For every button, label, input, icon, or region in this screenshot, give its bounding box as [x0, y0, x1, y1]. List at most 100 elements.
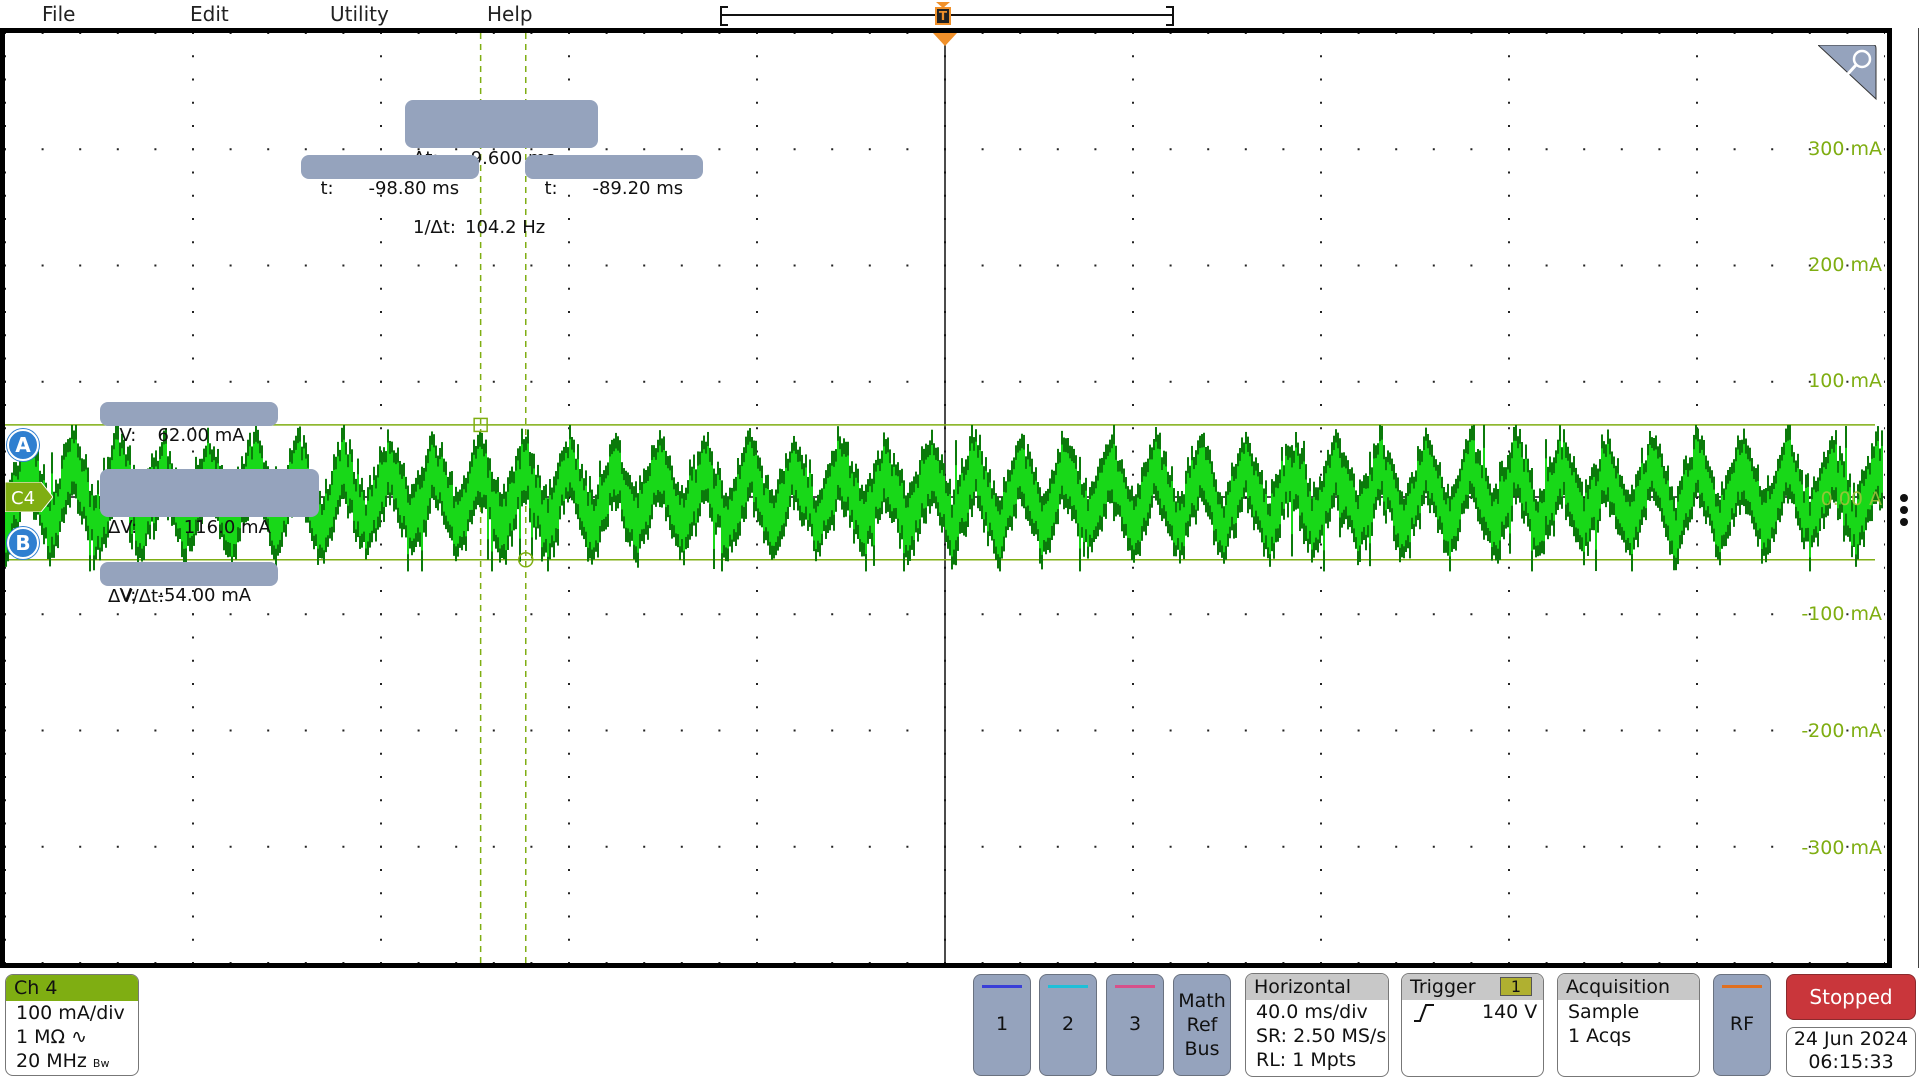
delta-t-readout[interactable]: Δt: 9.600 ms 1/Δt:104.2 Hz: [405, 100, 598, 238]
waveform-segment-core: [1611, 464, 1613, 503]
channel-1-button[interactable]: 1: [973, 974, 1031, 1076]
waveform-segment-core: [707, 446, 709, 489]
grid-dot: [1019, 148, 1022, 151]
grid-dot: [192, 683, 194, 685]
grid-dot: [1132, 287, 1134, 290]
grid-dot: [1733, 962, 1736, 963]
waveform-segment-core: [1349, 480, 1351, 516]
waveform-segment-core: [1457, 488, 1459, 528]
menu-bar: File Edit Utility Help T: [0, 0, 1920, 30]
waveform-segment-core: [1265, 494, 1267, 536]
waveform-segment-core: [643, 483, 645, 529]
waveform-segment-core: [959, 486, 961, 522]
channel-4-badge[interactable]: Ch 4 100 mA/div 1 MΩ ∿ 20 MHz Bw: [5, 974, 139, 1076]
grid-dot: [568, 78, 570, 81]
waveform-segment-core: [1197, 454, 1199, 497]
grid-dot: [1771, 845, 1774, 848]
waveform-segment-core: [569, 439, 571, 483]
grid-dot: [5, 264, 6, 267]
grid-dot: [1508, 171, 1510, 174]
trigger-t-icon[interactable]: T: [935, 7, 951, 25]
waveform-segment-core: [973, 450, 975, 492]
waveform-segment-core: [549, 495, 551, 544]
record-view-left-bracket[interactable]: [720, 6, 728, 26]
vb-readout[interactable]: V: -54.00 mA: [100, 562, 278, 606]
grid-dot: [718, 845, 721, 848]
menu-help[interactable]: Help: [487, 2, 533, 26]
waveform-segment-core: [1489, 495, 1491, 531]
channel-2-button[interactable]: 2: [1039, 974, 1097, 1076]
math-ref-bus-button[interactable]: Math Ref Bus: [1173, 974, 1231, 1076]
waveform-segment-core: [961, 473, 963, 518]
waveform-segment-core: [769, 502, 771, 542]
grid-dot: [1395, 845, 1398, 848]
grid-dot: [1620, 380, 1623, 383]
grid-dot: [1771, 380, 1774, 383]
waveform-segment-core: [1275, 487, 1277, 529]
waveform-segment-core: [599, 476, 601, 527]
waveform-segment-core: [875, 471, 877, 507]
menu-utility[interactable]: Utility: [330, 2, 389, 26]
delta-v-readout[interactable]: ΔV: 116.0 mA ΔV/Δt:: [100, 469, 319, 607]
grid-dot: [605, 613, 608, 616]
trigger-badge[interactable]: Trigger 1 140 V: [1401, 973, 1544, 1077]
grid-dot: [1132, 427, 1134, 430]
grid-dot: [1508, 33, 1510, 34]
grid-dot: [530, 845, 533, 848]
grid-dot: [417, 845, 420, 848]
horizontal-badge[interactable]: Horizontal 40.0 ms/div SR: 2.50 MS/s RL:…: [1245, 973, 1389, 1077]
grid-dot: [831, 380, 834, 383]
record-view-bar[interactable]: T: [720, 2, 1174, 26]
grid-dot: [1320, 636, 1322, 639]
grid-dot: [605, 380, 608, 383]
grid-dot: [1320, 938, 1322, 941]
menu-file[interactable]: File: [42, 2, 75, 26]
waveform-segment-core: [655, 459, 657, 496]
waveform-segment-core: [1409, 493, 1411, 543]
grid-dot: [380, 218, 382, 220]
grid-dot: [1132, 33, 1134, 34]
waveform-segment-core: [1669, 500, 1671, 542]
waveform-segment-core: [905, 507, 907, 545]
grid-dot: [1244, 613, 1247, 616]
date-time-display[interactable]: 24 Jun 2024 06:15:33: [1786, 1027, 1916, 1077]
waveform-segment-core: [627, 486, 629, 529]
grid-dot: [1320, 33, 1322, 34]
grid-dot: [267, 264, 270, 267]
waveform-segment-core: [79, 460, 81, 502]
waveform-segment-core: [1135, 506, 1137, 543]
cursor-b-badge[interactable]: B: [7, 527, 39, 559]
waveform-segment-core: [1133, 509, 1135, 550]
rf-button[interactable]: RF: [1713, 974, 1771, 1076]
waveform-segment-core: [333, 469, 335, 517]
waveform-segment-core: [503, 498, 505, 545]
zoom-tab[interactable]: [1818, 45, 1882, 101]
t2-readout[interactable]: t: -89.20 ms: [525, 155, 703, 199]
grid-dot: [1884, 404, 1885, 406]
grid-dot: [1207, 962, 1210, 963]
va-readout[interactable]: V: 62.00 mA: [100, 402, 278, 446]
t1-readout[interactable]: t: -98.80 ms: [301, 155, 479, 199]
grid-dot: [1056, 33, 1059, 34]
waveform-segment-core: [859, 500, 861, 540]
grid-dot: [380, 869, 382, 871]
acquisition-badge[interactable]: Acquisition Sample 1 Acqs: [1557, 973, 1700, 1077]
run-stop-status[interactable]: Stopped: [1786, 974, 1916, 1020]
channel-4-marker[interactable]: C4: [5, 482, 53, 512]
more-options-icon[interactable]: [1900, 494, 1908, 530]
grid-dot: [1508, 287, 1510, 290]
channel-3-button[interactable]: 3: [1106, 974, 1164, 1076]
grid-dot: [1884, 776, 1885, 778]
grid-dot: [1395, 729, 1398, 732]
waveform-segment-core: [1099, 472, 1101, 516]
waveform-segment-core: [1215, 491, 1217, 530]
bus-label: Bus: [1184, 1038, 1220, 1060]
record-view-right-bracket[interactable]: [1166, 6, 1174, 26]
waveform-segment-core: [1647, 455, 1649, 489]
menu-edit[interactable]: Edit: [190, 2, 229, 26]
cursor-a-badge[interactable]: A: [7, 429, 39, 461]
grid-dot: [380, 55, 382, 58]
grid-dot: [1132, 613, 1134, 616]
waveform-segment-core: [97, 494, 99, 536]
waveform-segment-core: [1575, 482, 1577, 528]
